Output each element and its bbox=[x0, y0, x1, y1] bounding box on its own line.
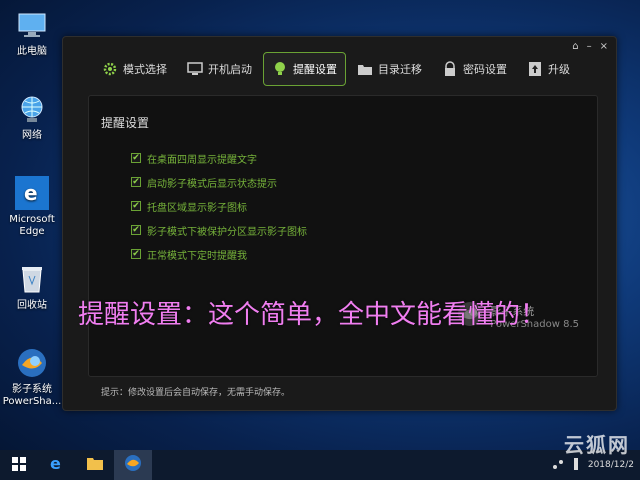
upgrade-icon bbox=[527, 61, 543, 77]
edge-icon: e bbox=[48, 454, 66, 476]
checkbox[interactable]: ✔ bbox=[131, 249, 141, 259]
desktop-icon-label: 回收站 bbox=[17, 300, 47, 311]
checkbox[interactable]: ✔ bbox=[131, 201, 141, 211]
close-button[interactable]: × bbox=[600, 41, 608, 52]
tab-bar: 模式选择 开机启动 提醒设置 目录迁移 密码设置 升级 bbox=[93, 52, 579, 86]
option-desktop-border-text[interactable]: ✔ 在桌面四周显示提醒文字 bbox=[131, 146, 307, 170]
powershadow-settings-window: ⌂ – × 模式选择 开机启动 提醒设置 目录迁移 密码设置 升级 提醒设置 ✔… bbox=[62, 36, 617, 411]
taskbar-file-explorer[interactable] bbox=[76, 450, 114, 480]
tab-label: 开机启动 bbox=[208, 63, 252, 76]
checkbox[interactable]: ✔ bbox=[131, 153, 141, 163]
option-label: 在桌面四周显示提醒文字 bbox=[147, 154, 257, 166]
option-protected-partition-icon[interactable]: ✔ 影子模式下被保护分区显示影子图标 bbox=[131, 218, 307, 242]
panel-title: 提醒设置 bbox=[101, 116, 150, 130]
option-label: 托盘区域显示影子图标 bbox=[147, 202, 247, 214]
tab-reminder-settings[interactable]: 提醒设置 bbox=[263, 52, 346, 86]
tab-label: 目录迁移 bbox=[378, 63, 422, 76]
desktop-icon-label: 网络 bbox=[22, 130, 42, 141]
checkbox[interactable]: ✔ bbox=[131, 225, 141, 235]
recycle-bin-icon bbox=[15, 262, 49, 296]
checkbox[interactable]: ✔ bbox=[131, 177, 141, 187]
tab-label: 升级 bbox=[548, 63, 570, 76]
tab-label: 密码设置 bbox=[463, 63, 507, 76]
folder-icon bbox=[86, 455, 104, 475]
reminder-settings-panel: 提醒设置 ✔ 在桌面四周显示提醒文字 ✔ 启动影子模式后显示状态提示 ✔ 托盘区… bbox=[88, 95, 598, 377]
svg-text:e: e bbox=[24, 182, 38, 204]
site-watermark: 云狐网 bbox=[564, 433, 630, 457]
overlay-caption: 提醒设置：这个简单，全中文能看懂的！ bbox=[78, 300, 547, 330]
desktop-icon-label: Microsoft Edge bbox=[9, 214, 55, 237]
monitor-icon bbox=[187, 61, 203, 77]
gear-icon bbox=[102, 61, 118, 77]
svg-text:e: e bbox=[50, 454, 61, 472]
options-list: ✔ 在桌面四周显示提醒文字 ✔ 启动影子模式后显示状态提示 ✔ 托盘区域显示影子… bbox=[131, 146, 307, 266]
desktop-icon-label: 影子系统 PowerSha... bbox=[2, 384, 62, 407]
network-globe-icon bbox=[15, 92, 49, 126]
tab-mode-select[interactable]: 模式选择 bbox=[93, 52, 176, 86]
powershadow-logo-icon bbox=[15, 346, 49, 380]
taskbar-edge[interactable]: e bbox=[38, 450, 76, 480]
desktop-icon-edge[interactable]: e Microsoft Edge bbox=[4, 176, 60, 238]
edge-icon: e bbox=[15, 176, 49, 210]
start-button[interactable] bbox=[0, 450, 38, 480]
desktop-icon-network[interactable]: 网络 bbox=[4, 92, 60, 142]
usb-icon[interactable] bbox=[572, 457, 580, 473]
desktop-icon-powershadow[interactable]: 影子系统 PowerSha... bbox=[2, 346, 62, 408]
bulb-icon bbox=[272, 61, 288, 77]
powershadow-logo-icon bbox=[124, 454, 142, 476]
option-tray-icon[interactable]: ✔ 托盘区域显示影子图标 bbox=[131, 194, 307, 218]
taskbar: e 2018/12/2 bbox=[0, 450, 640, 480]
folder-icon bbox=[357, 61, 373, 77]
option-label: 正常模式下定时提醒我 bbox=[147, 250, 247, 262]
option-label: 启动影子模式后显示状态提示 bbox=[147, 178, 277, 190]
tab-password-settings[interactable]: 密码设置 bbox=[433, 52, 516, 86]
network-icon[interactable] bbox=[552, 458, 564, 473]
lock-icon bbox=[442, 61, 458, 77]
option-label: 影子模式下被保护分区显示影子图标 bbox=[147, 226, 307, 238]
option-normal-mode-timed-reminder[interactable]: ✔ 正常模式下定时提醒我 bbox=[131, 242, 307, 266]
computer-icon bbox=[15, 8, 49, 42]
windows-logo-icon bbox=[12, 456, 26, 475]
footer-tip: 提示：修改设置后会自动保存，无需手动保存。 bbox=[101, 388, 291, 398]
desktop-icon-this-pc[interactable]: 此电脑 bbox=[4, 8, 60, 58]
tab-upgrade[interactable]: 升级 bbox=[518, 52, 579, 86]
clock-date: 2018/12/2 bbox=[587, 459, 634, 470]
taskbar-powershadow[interactable] bbox=[114, 450, 152, 480]
clock[interactable]: 2018/12/2 bbox=[588, 460, 634, 471]
window-controls: ⌂ – × bbox=[572, 41, 608, 52]
tab-label: 提醒设置 bbox=[293, 63, 337, 76]
brand-version: 8.5 bbox=[563, 318, 579, 330]
tab-startup[interactable]: 开机启动 bbox=[178, 52, 261, 86]
tab-label: 模式选择 bbox=[123, 63, 167, 76]
tab-directory-migration[interactable]: 目录迁移 bbox=[348, 52, 431, 86]
option-shadow-mode-status-tip[interactable]: ✔ 启动影子模式后显示状态提示 bbox=[131, 170, 307, 194]
minimize-button[interactable]: – bbox=[587, 41, 592, 52]
desktop-icon-recycle-bin[interactable]: 回收站 bbox=[4, 262, 60, 312]
desktop-icon-label: 此电脑 bbox=[17, 46, 47, 57]
pin-icon[interactable]: ⌂ bbox=[572, 41, 578, 52]
